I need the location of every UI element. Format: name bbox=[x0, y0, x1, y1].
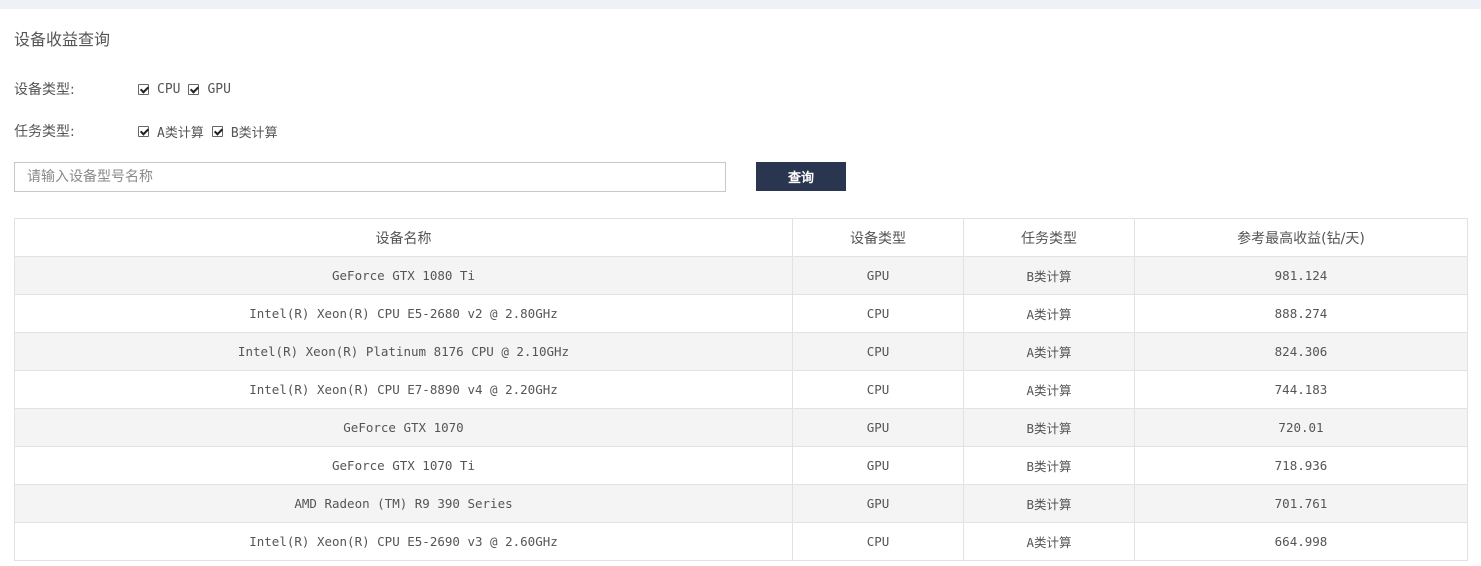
cell-device-type: GPU bbox=[792, 446, 964, 485]
cell-device-name: Intel(R) Xeon(R) CPU E5-2690 v3 @ 2.60GH… bbox=[14, 522, 793, 561]
option-label-cpu: CPU bbox=[157, 81, 181, 97]
checkbox-cpu[interactable] bbox=[138, 83, 149, 95]
cell-device-name: Intel(R) Xeon(R) CPU E7-8890 v4 @ 2.20GH… bbox=[14, 370, 793, 409]
cell-device-name: GeForce GTX 1070 Ti bbox=[14, 446, 793, 485]
search-input[interactable] bbox=[14, 162, 726, 192]
cell-device-type: GPU bbox=[792, 408, 964, 447]
top-bar bbox=[0, 0, 1481, 9]
device-type-filter: 设备类型: CPU GPU bbox=[14, 79, 239, 99]
table-row: Intel(R) Xeon(R) CPU E5-2680 v2 @ 2.80GH… bbox=[14, 294, 1468, 333]
cell-task-type: B类计算 bbox=[963, 256, 1135, 295]
search-button[interactable]: 查询 bbox=[756, 162, 846, 191]
device-type-option-gpu[interactable]: GPU bbox=[188, 81, 231, 97]
cell-task-type: B类计算 bbox=[963, 446, 1135, 485]
cell-device-type: GPU bbox=[792, 484, 964, 523]
table-row: Intel(R) Xeon(R) CPU E5-2690 v3 @ 2.60GH… bbox=[14, 522, 1468, 561]
cell-device-type: GPU bbox=[792, 256, 964, 295]
cell-max-revenue: 720.01 bbox=[1134, 408, 1468, 447]
cell-max-revenue: 981.124 bbox=[1134, 256, 1468, 295]
task-type-filter: 任务类型: A类计算 B类计算 bbox=[14, 121, 286, 141]
cell-task-type: A类计算 bbox=[963, 332, 1135, 371]
cell-max-revenue: 888.274 bbox=[1134, 294, 1468, 333]
cell-max-revenue: 744.183 bbox=[1134, 370, 1468, 409]
table-row: AMD Radeon (TM) R9 390 Series GPU B类计算 7… bbox=[14, 484, 1468, 523]
cell-device-type: CPU bbox=[792, 370, 964, 409]
checkbox-a-compute[interactable] bbox=[138, 125, 149, 137]
header-max-revenue: 参考最高收益(钻/天) bbox=[1134, 218, 1468, 257]
results-table: 设备名称 设备类型 任务类型 参考最高收益(钻/天) GeForce GTX 1… bbox=[14, 218, 1468, 561]
cell-task-type: A类计算 bbox=[963, 294, 1135, 333]
cell-device-name: GeForce GTX 1080 Ti bbox=[14, 256, 793, 295]
cell-task-type: A类计算 bbox=[963, 370, 1135, 409]
checkbox-b-compute[interactable] bbox=[211, 125, 223, 137]
header-device-type: 设备类型 bbox=[792, 218, 964, 257]
cell-max-revenue: 718.936 bbox=[1134, 446, 1468, 485]
device-type-label: 设备类型: bbox=[14, 82, 75, 98]
option-label-b-compute: B类计算 bbox=[230, 125, 278, 141]
task-type-label: 任务类型: bbox=[14, 124, 75, 140]
device-type-option-cpu[interactable]: CPU bbox=[138, 82, 180, 97]
checkbox-gpu[interactable] bbox=[188, 83, 200, 95]
cell-task-type: A类计算 bbox=[963, 522, 1135, 561]
cell-max-revenue: 824.306 bbox=[1134, 332, 1468, 371]
option-label-a-compute: A类计算 bbox=[157, 125, 204, 141]
table-row: Intel(R) Xeon(R) Platinum 8176 CPU @ 2.1… bbox=[14, 332, 1468, 371]
cell-device-type: CPU bbox=[792, 294, 964, 333]
cell-max-revenue: 701.761 bbox=[1134, 484, 1468, 523]
option-label-gpu: GPU bbox=[207, 81, 231, 97]
cell-max-revenue: 664.998 bbox=[1134, 522, 1468, 561]
table-row: GeForce GTX 1080 Ti GPU B类计算 981.124 bbox=[14, 256, 1468, 295]
cell-device-type: CPU bbox=[792, 332, 964, 371]
cell-device-name: Intel(R) Xeon(R) CPU E5-2680 v2 @ 2.80GH… bbox=[14, 294, 793, 333]
table-row: GeForce GTX 1070 Ti GPU B类计算 718.936 bbox=[14, 446, 1468, 485]
task-type-option-a[interactable]: A类计算 bbox=[138, 122, 204, 141]
table-row: GeForce GTX 1070 GPU B类计算 720.01 bbox=[14, 408, 1468, 447]
table-row: Intel(R) Xeon(R) CPU E7-8890 v4 @ 2.20GH… bbox=[14, 370, 1468, 409]
cell-task-type: B类计算 bbox=[963, 408, 1135, 447]
cell-device-name: AMD Radeon (TM) R9 390 Series bbox=[14, 484, 793, 523]
task-type-option-b[interactable]: B类计算 bbox=[211, 122, 278, 141]
page-title: 设备收益查询 bbox=[14, 30, 111, 49]
header-task-type: 任务类型 bbox=[963, 218, 1135, 257]
header-device-name: 设备名称 bbox=[14, 218, 793, 257]
table-header-row: 设备名称 设备类型 任务类型 参考最高收益(钻/天) bbox=[14, 218, 1468, 257]
cell-device-type: CPU bbox=[792, 522, 964, 561]
cell-task-type: B类计算 bbox=[963, 484, 1135, 523]
cell-device-name: Intel(R) Xeon(R) Platinum 8176 CPU @ 2.1… bbox=[14, 332, 793, 371]
cell-device-name: GeForce GTX 1070 bbox=[14, 408, 793, 447]
